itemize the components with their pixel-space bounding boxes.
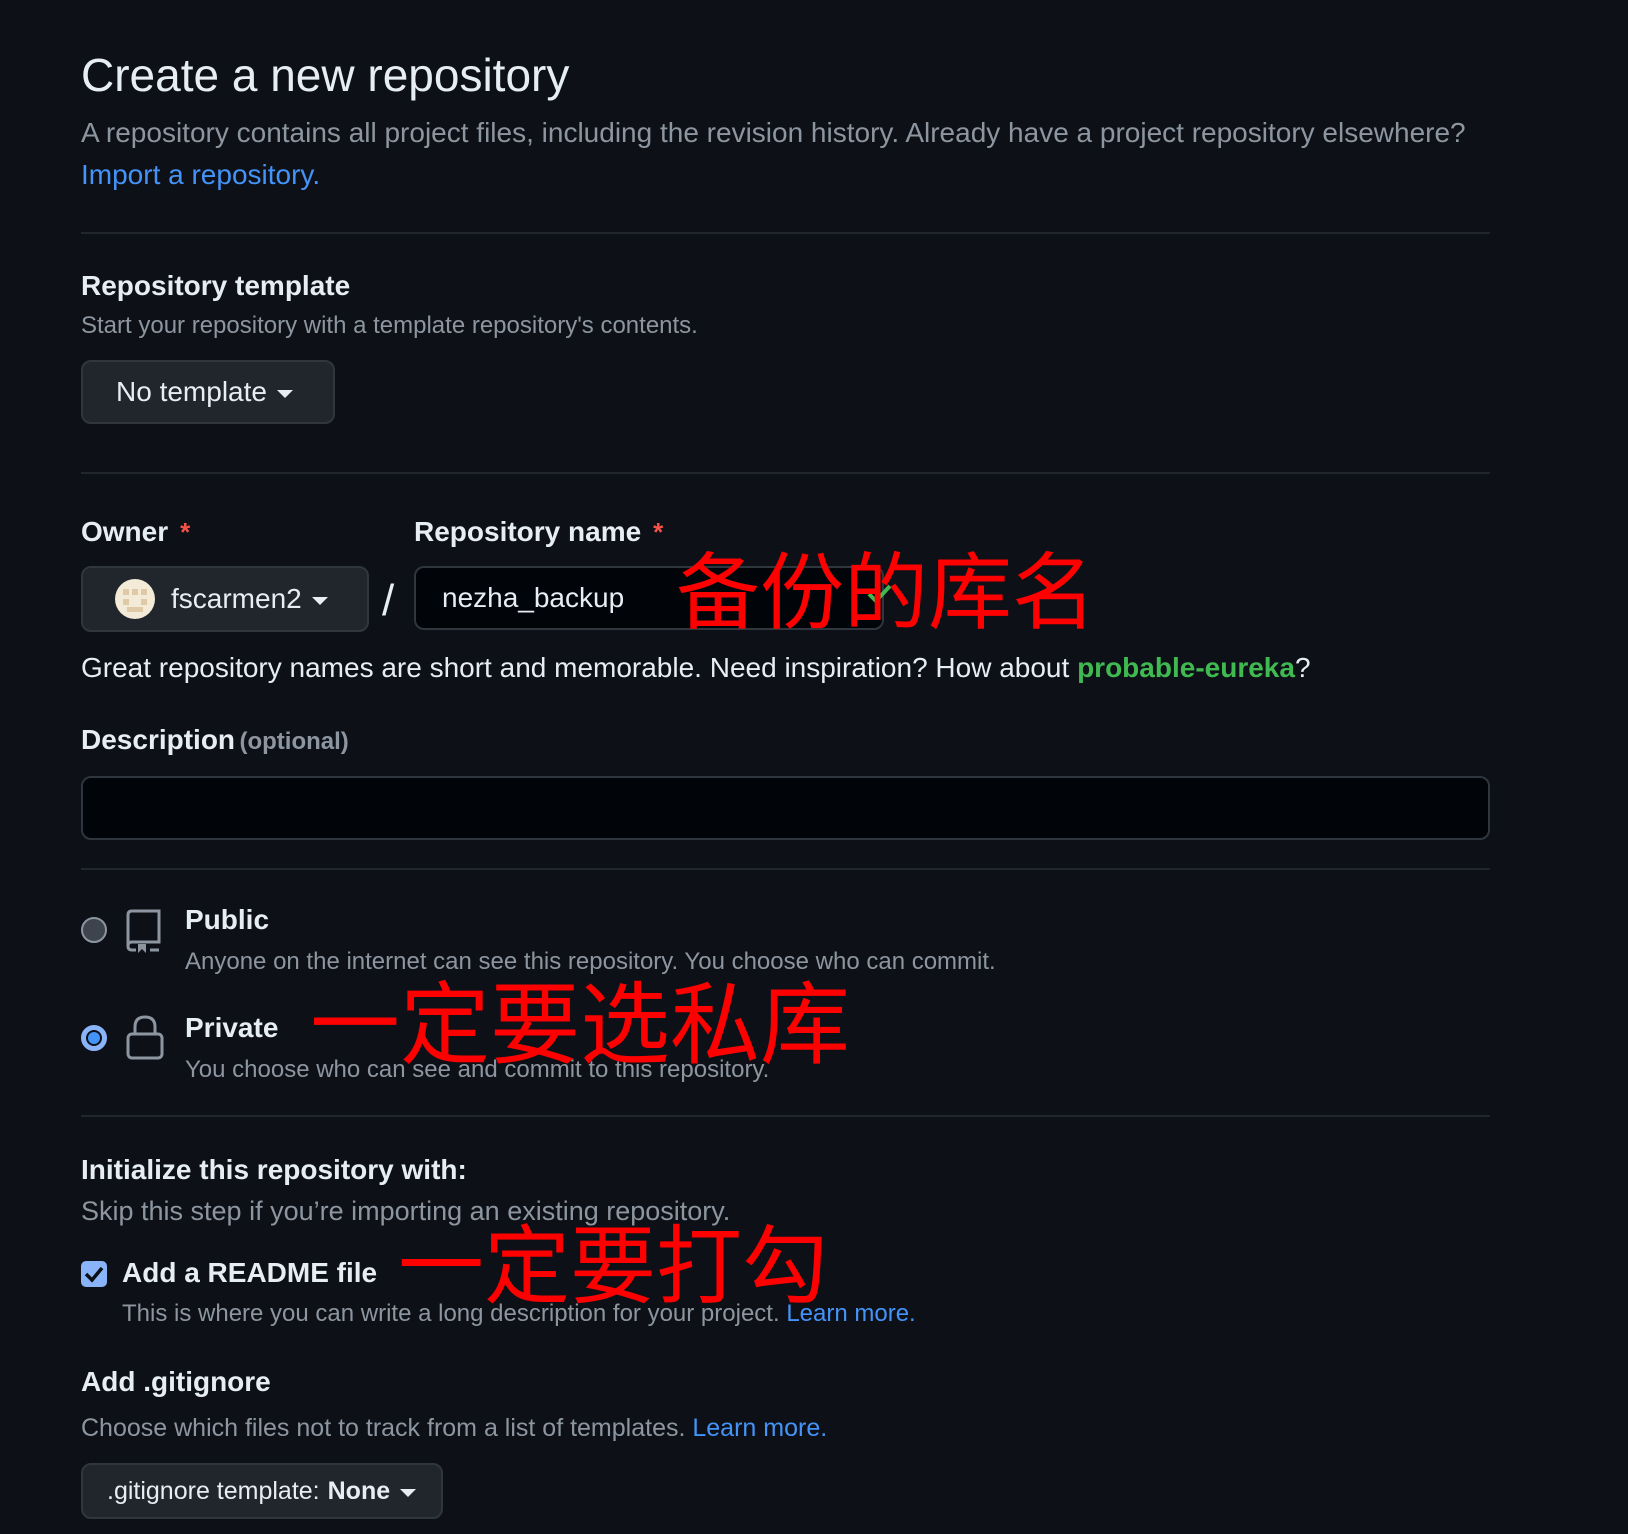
checkmark-icon [84, 1266, 104, 1283]
gitignore-title: Add .gitignore [81, 1366, 271, 1397]
page-subtitle: A repository contains all project files,… [81, 112, 1481, 196]
repo-icon [126, 908, 162, 959]
import-repository-link[interactable]: Import a repository. [81, 159, 320, 190]
radio-dot [88, 1032, 100, 1044]
owner-value: fscarmen2 [171, 583, 302, 614]
gitignore-button-value: None [327, 1476, 391, 1505]
gitignore-dropdown-button[interactable]: .gitignore template: None [81, 1463, 443, 1519]
annotation-readme: 一定要打勾 [398, 1217, 828, 1317]
caret-down-icon [311, 597, 328, 605]
suggested-name[interactable]: probable-eureka [1077, 652, 1295, 683]
public-title[interactable]: Public [185, 904, 269, 936]
template-help: Start your repository with a template re… [81, 312, 698, 339]
private-title[interactable]: Private [185, 1012, 278, 1044]
public-radio[interactable] [81, 917, 107, 943]
divider [81, 1115, 1490, 1117]
template-dropdown-button[interactable]: No template [81, 360, 335, 424]
owner-label: Owner * [81, 516, 190, 548]
owner-repo-separator: / [382, 576, 395, 625]
gitignore-learn-more-link[interactable]: Learn more. [692, 1414, 827, 1442]
suggestion-end: ? [1294, 652, 1311, 683]
avatar [115, 579, 155, 619]
gitignore-button-prefix: .gitignore template: [107, 1476, 320, 1505]
private-radio[interactable] [81, 1025, 107, 1051]
optional-tag: (optional) [239, 728, 349, 755]
divider [81, 868, 1490, 870]
readme-label[interactable]: Add a README file [122, 1257, 377, 1289]
lock-icon [126, 1014, 164, 1065]
annotation-repo-name: 备份的库名 [676, 544, 1097, 642]
suggestion-text: Great repository names are short and mem… [81, 652, 1070, 683]
gitignore-help: Choose which files not to track from a l… [81, 1414, 827, 1443]
gitignore-help-text: Choose which files not to track from a l… [81, 1414, 686, 1442]
owner-dropdown-button[interactable]: fscarmen2 [81, 566, 369, 632]
caret-down-icon [276, 390, 293, 398]
annotation-private: 一定要选私库 [310, 973, 850, 1078]
description-input[interactable] [81, 776, 1490, 840]
subtitle-text: A repository contains all project files,… [81, 117, 1466, 148]
required-asterisk: * [180, 517, 191, 547]
name-suggestion: Great repository names are short and mem… [81, 652, 1311, 684]
repo-name-label: Repository name * [414, 516, 663, 548]
divider [81, 232, 1490, 234]
readme-checkbox[interactable] [81, 1261, 107, 1287]
page-title: Create a new repository [81, 49, 570, 101]
template-label: Repository template [81, 270, 351, 301]
template-button-label: No template [116, 376, 267, 407]
repo-name-value: nezha_backup [442, 582, 625, 613]
init-title: Initialize this repository with: [81, 1154, 467, 1185]
description-label: Description (optional) [81, 724, 349, 756]
owner-label-text: Owner [81, 516, 169, 547]
divider [81, 472, 1490, 474]
caret-down-icon [400, 1489, 417, 1497]
repo-name-label-text: Repository name [414, 516, 642, 547]
description-label-text: Description [81, 724, 236, 755]
required-asterisk: * [653, 517, 664, 547]
public-desc: Anyone on the internet can see this repo… [185, 948, 996, 975]
